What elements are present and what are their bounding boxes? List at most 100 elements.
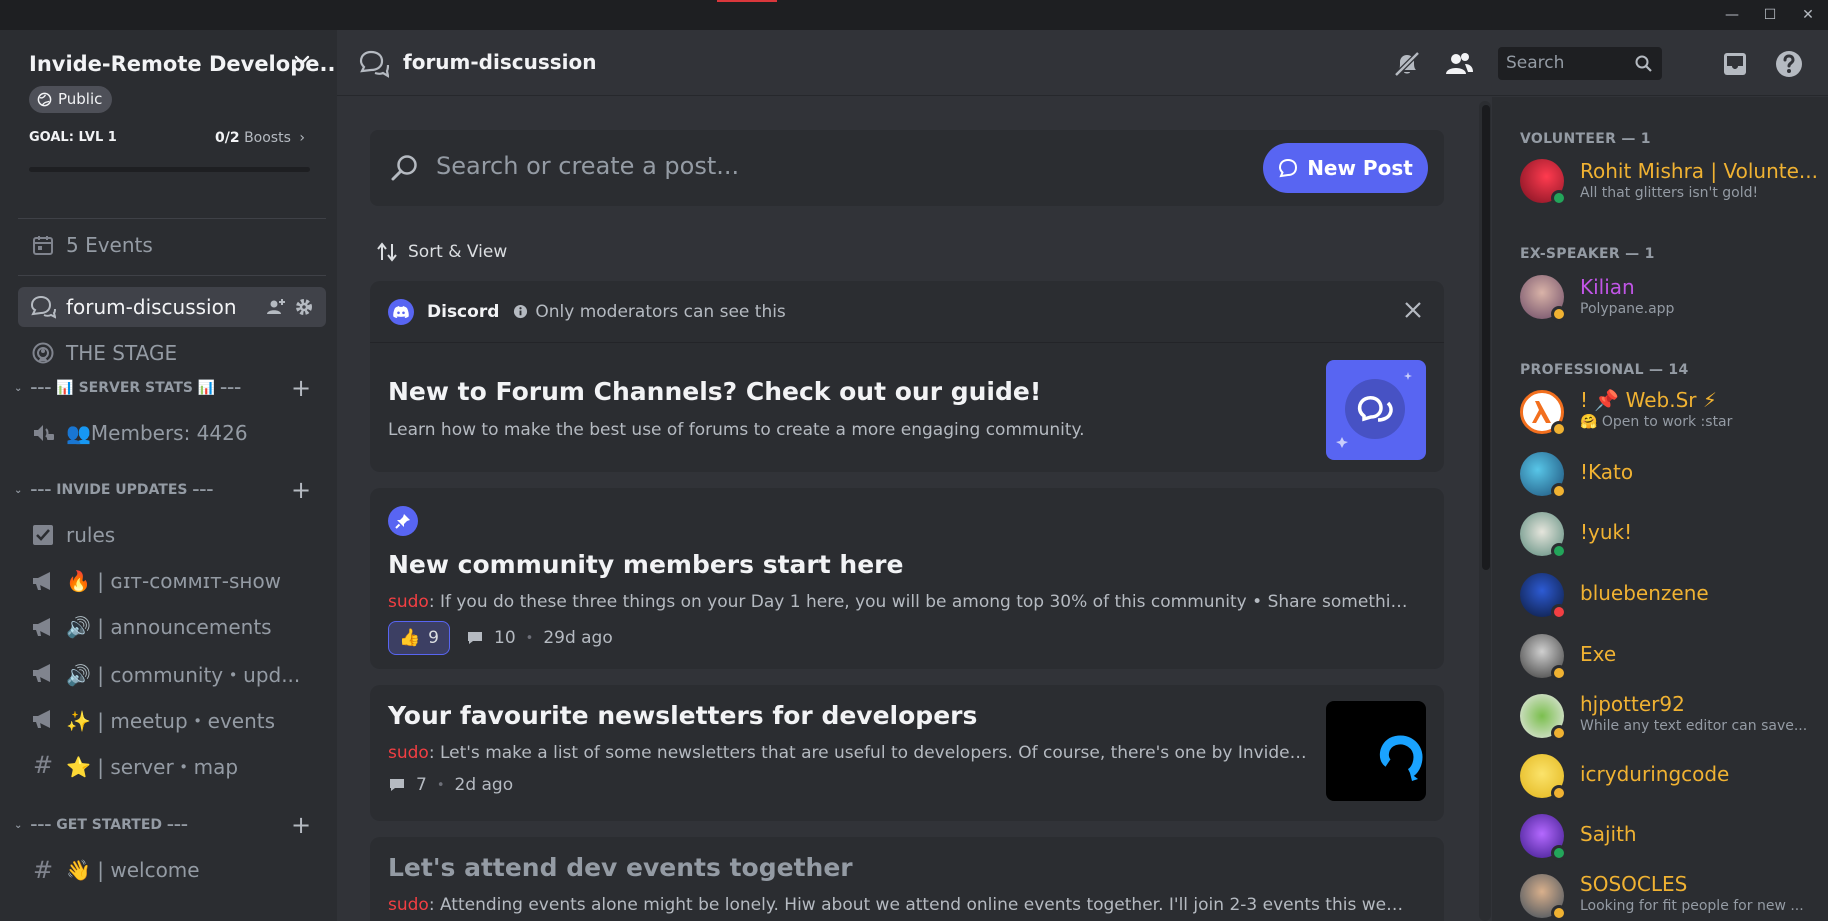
new-post-button[interactable]: New Post xyxy=(1263,143,1428,193)
category-server-stats[interactable]: ⌄ ––– 📊 SERVER STATS 📊 ––– xyxy=(14,376,314,400)
member-name: SOSOCLES xyxy=(1580,872,1688,896)
channel-members-stat[interactable]: 👥Members: 4426 xyxy=(18,413,326,453)
channel-the-stage[interactable]: THE STAGE xyxy=(18,333,326,373)
post-title[interactable]: Your favourite newsletters for developer… xyxy=(388,701,977,730)
forum-scrollbar-thumb[interactable] xyxy=(1482,105,1490,570)
member-item[interactable]: Rohit Mishra | Volunte... All that glitt… xyxy=(1520,159,1820,207)
member-name: !Kato xyxy=(1580,460,1634,484)
member-name: icryduringcode xyxy=(1580,762,1730,786)
member-item[interactable]: Kilian Polypane.app xyxy=(1520,275,1820,323)
moderator-notice-card: Discord Only moderators can see this New… xyxy=(370,281,1444,472)
create-channel-button[interactable]: + xyxy=(290,813,312,837)
close-icon[interactable] xyxy=(1402,299,1424,321)
member-item[interactable]: hjpotter92 While any text editor can sav… xyxy=(1520,692,1820,742)
member-item[interactable]: bluebenzene xyxy=(1520,573,1820,621)
server-header[interactable]: Invide-Remote Develope... Public GOAL: L… xyxy=(0,30,337,185)
post-card[interactable]: Let's attend dev events together sudo: A… xyxy=(370,837,1444,921)
search-icon xyxy=(391,155,417,181)
post-author[interactable]: sudo xyxy=(388,592,429,612)
help-icon[interactable] xyxy=(1773,48,1805,80)
boost-progress-bar xyxy=(29,167,310,172)
create-channel-button[interactable]: + xyxy=(290,478,312,502)
post-preview: sudo: Attending events alone might be lo… xyxy=(388,895,1408,915)
reaction-button[interactable]: 👍 9 xyxy=(388,621,450,655)
post-thumbnail[interactable] xyxy=(1326,701,1426,801)
boosts-count: 0/2 xyxy=(215,130,240,146)
minimize-button[interactable]: — xyxy=(1718,4,1746,26)
member-list-icon[interactable] xyxy=(1443,48,1475,80)
reaction-count: 9 xyxy=(428,628,439,648)
post-title[interactable]: New community members start here xyxy=(388,550,903,579)
member-name: !yuk! xyxy=(1580,520,1633,544)
close-window-button[interactable]: ✕ xyxy=(1794,4,1822,26)
category-invide-updates[interactable]: ⌄ ––– INVIDE UPDATES ––– xyxy=(14,478,314,502)
channel-forum-discussion[interactable]: forum-discussion xyxy=(18,287,326,327)
member-name: bluebenzene xyxy=(1580,581,1709,605)
channel-git-commit-show[interactable]: 🔥 | ɢɪᴛ-ᴄᴏᴍᴍɪᴛ-sʜᴏᴡ xyxy=(18,561,326,601)
channel-welcome[interactable]: # 👋 | welcome xyxy=(18,850,326,890)
post-author[interactable]: sudo xyxy=(388,743,429,763)
post-card[interactable]: New community members start here sudo: I… xyxy=(370,488,1444,669)
post-author[interactable]: sudo xyxy=(388,895,429,915)
channel-label: 🔊 | announcements xyxy=(66,615,272,639)
inbox-icon[interactable] xyxy=(1719,48,1751,80)
channel-rules[interactable]: rules xyxy=(18,515,326,555)
forum-search-input[interactable]: Search or create a post... New Post xyxy=(370,130,1444,206)
idle-status-icon xyxy=(1551,725,1567,741)
post-title[interactable]: Let's attend dev events together xyxy=(388,853,853,882)
member-item[interactable]: Sajith xyxy=(1520,814,1820,862)
speaker-locked-icon xyxy=(30,420,56,446)
events-item[interactable]: 5 Events xyxy=(18,225,326,265)
member-item[interactable]: ! 📌 Web.Sr ⚡ 🤗 Open to work :star xyxy=(1520,388,1820,438)
channel-meetup-events[interactable]: ✨ | meetup・events xyxy=(18,699,326,739)
category-get-started[interactable]: ⌄ ––– GET STARTED ––– xyxy=(14,813,314,837)
channel-announcements[interactable]: 🔊 | announcements xyxy=(18,607,326,647)
channel-community-updates[interactable]: 🔊 | community・upd... xyxy=(18,653,326,693)
post-card[interactable]: Your favourite newsletters for developer… xyxy=(370,685,1444,821)
post-preview: sudo: Let's make a list of some newslett… xyxy=(388,743,1308,763)
discord-logo-icon xyxy=(388,298,414,325)
gear-icon[interactable] xyxy=(294,297,314,322)
member-item[interactable]: !yuk! xyxy=(1520,512,1820,560)
member-name: Kilian xyxy=(1580,275,1635,299)
member-status-text: Polypane.app xyxy=(1580,301,1675,317)
member-item[interactable]: icryduringcode xyxy=(1520,754,1820,802)
create-channel-button[interactable]: + xyxy=(290,376,312,400)
maximize-button[interactable]: ☐ xyxy=(1756,4,1784,26)
channel-label: 🔥 | ɢɪᴛ-ᴄᴏᴍᴍɪᴛ-sʜᴏᴡ xyxy=(66,569,282,593)
divider xyxy=(18,218,326,219)
search-icon xyxy=(1635,55,1652,72)
boosts-progress[interactable]: 0/2 Boosts › xyxy=(215,130,305,146)
sort-view-label: Sort & View xyxy=(408,242,508,262)
chevron-down-icon[interactable] xyxy=(292,50,312,70)
member-item[interactable]: SOSOCLES Looking for fit people for new … xyxy=(1520,872,1820,921)
stage-icon xyxy=(30,340,56,366)
separator-dot: • xyxy=(436,777,445,793)
channel-label: forum-discussion xyxy=(66,295,237,319)
sort-view-button[interactable]: Sort & View xyxy=(376,242,507,262)
member-name: ! 📌 Web.Sr ⚡ xyxy=(1580,388,1717,412)
member-name: Rohit Mishra | Volunte... xyxy=(1580,159,1818,183)
server-name[interactable]: Invide-Remote Develope... xyxy=(29,52,337,76)
member-group-header: VOLUNTEER — 1 xyxy=(1520,131,1651,147)
add-member-icon[interactable] xyxy=(266,297,286,322)
notifications-muted-icon[interactable] xyxy=(1391,48,1423,80)
megaphone-icon xyxy=(30,706,56,732)
channel-label: THE STAGE xyxy=(66,341,178,365)
idle-status-icon xyxy=(1551,785,1567,801)
channel-server-map[interactable]: # ⭐ | server・map xyxy=(18,745,326,785)
separator-dot: • xyxy=(525,630,534,646)
member-status-text: While any text editor can save... xyxy=(1580,718,1808,734)
idle-status-icon xyxy=(1551,306,1567,322)
megaphone-icon xyxy=(30,614,56,640)
moderator-only-note: Only moderators can see this xyxy=(513,302,786,322)
notice-title[interactable]: New to Forum Channels? Check out our gui… xyxy=(388,377,1041,406)
post-age: 2d ago xyxy=(454,775,514,795)
member-item[interactable]: Exe xyxy=(1520,634,1820,682)
globe-icon xyxy=(37,92,52,107)
search-input[interactable]: Search xyxy=(1498,47,1662,80)
idle-status-icon xyxy=(1551,421,1567,437)
notice-header: Discord Only moderators can see this xyxy=(370,281,1444,343)
divider xyxy=(18,275,326,276)
member-item[interactable]: !Kato xyxy=(1520,452,1820,500)
